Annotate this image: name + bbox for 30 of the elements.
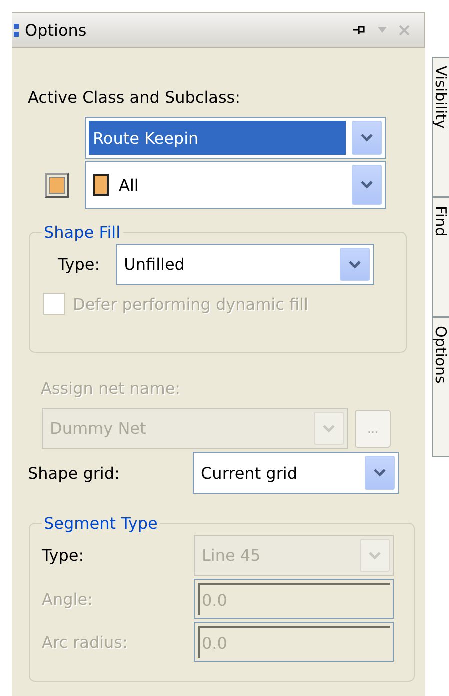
subclass-value: All	[119, 176, 139, 194]
pin-icon	[352, 24, 366, 36]
shape-grid-label: Shape grid:	[28, 464, 121, 482]
side-tab[interactable]: Visibility	[432, 57, 449, 197]
dropdown-icon	[378, 27, 387, 33]
field-label: Arc radius:	[42, 632, 129, 652]
grip-icon	[14, 22, 19, 38]
field-label: Angle:	[42, 590, 94, 608]
side-tab[interactable]: Find	[432, 197, 449, 317]
group-title: Shape Fill	[43, 223, 122, 242]
active-class-label: Active Class and Subclass:	[28, 88, 241, 107]
chevron-icon	[374, 469, 386, 477]
subclass-dropdown[interactable]: All	[85, 161, 386, 209]
color-swatch-button[interactable]	[45, 172, 69, 198]
chevron-icon	[349, 260, 362, 268]
group-title: Segment Type	[43, 514, 159, 533]
chevron-icon	[323, 424, 335, 432]
net-name-label: Assign net name:	[41, 379, 181, 398]
side-tab[interactable]: Options	[432, 317, 449, 457]
type-label: Type:	[58, 255, 100, 274]
close-icon	[399, 24, 410, 36]
panel-title: Options	[25, 20, 88, 40]
chevron-icon	[369, 552, 381, 560]
chevron-icon	[361, 181, 373, 189]
defer-label: Defer performing dynamic fill	[73, 294, 308, 314]
shape-grid-dropdown[interactable]: Current grid	[193, 452, 399, 494]
field-label: Type:	[42, 546, 86, 565]
fill-type-dropdown[interactable]: Unfilled	[116, 244, 374, 285]
chevron-icon	[361, 134, 373, 142]
class-dropdown[interactable]: Route Keepin	[85, 117, 386, 159]
